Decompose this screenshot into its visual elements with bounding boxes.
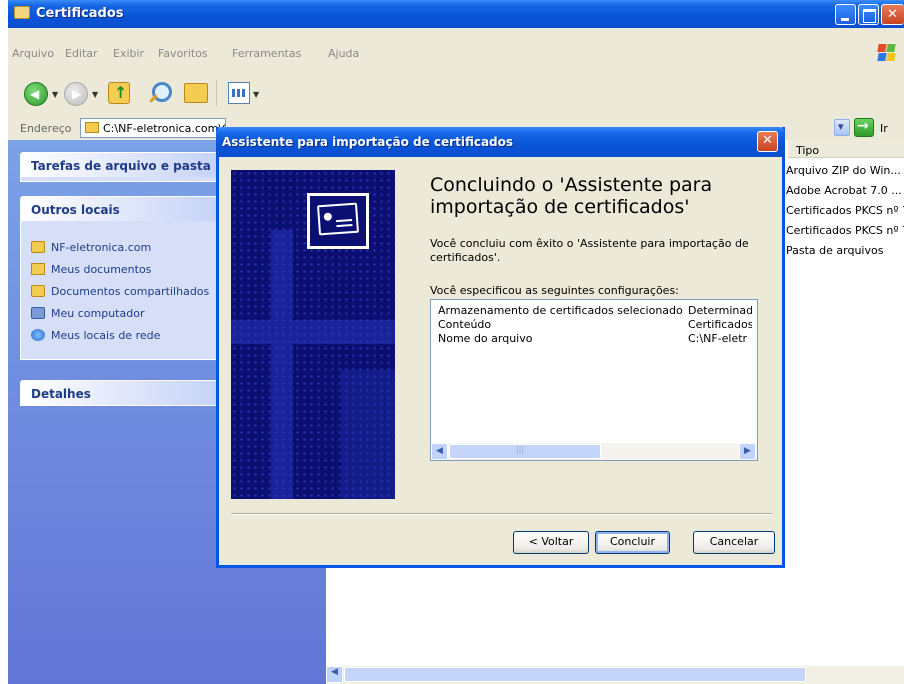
minimize-button[interactable] bbox=[835, 4, 856, 25]
file-type-cell[interactable]: Adobe Acrobat 7.0 ... bbox=[786, 184, 904, 197]
place-label: NF-eletronica.com bbox=[51, 241, 152, 254]
setting-value: Certificados bbox=[688, 318, 752, 331]
folder-icon bbox=[31, 241, 45, 253]
menu-arquivo[interactable]: Arquivo bbox=[12, 47, 54, 60]
certificate-icon bbox=[307, 193, 369, 249]
address-input[interactable]: C:\NF-eletronica.com\Certificados bbox=[80, 118, 226, 138]
place-label: Meu computador bbox=[51, 307, 145, 320]
scroll-right-icon[interactable]: ▶ bbox=[739, 443, 756, 460]
wizard-banner-image bbox=[231, 170, 395, 499]
tarefas-panel: Tarefas de arquivo e pasta bbox=[20, 152, 218, 182]
folder-icon bbox=[31, 285, 45, 297]
detalhes-panel: Detalhes bbox=[20, 380, 218, 406]
folder-icon bbox=[14, 6, 30, 19]
place-label: Documentos compartilhados bbox=[51, 285, 210, 298]
column-header-tipo[interactable]: Tipo bbox=[788, 140, 904, 158]
toolbar-separator bbox=[216, 80, 217, 106]
folder-up-icon[interactable] bbox=[108, 82, 130, 104]
place-label: Meus locais de rede bbox=[51, 329, 161, 342]
network-icon bbox=[31, 329, 45, 341]
scroll-left-icon[interactable]: ◀ bbox=[326, 666, 343, 683]
file-type-cell[interactable]: Pasta de arquivos bbox=[786, 244, 904, 257]
forward-arrow-icon[interactable] bbox=[64, 82, 88, 106]
computer-icon bbox=[31, 307, 45, 319]
setting-value: C:\NF-eletr bbox=[688, 332, 748, 345]
setting-key: Conteúdo bbox=[438, 318, 492, 331]
windows-logo-icon bbox=[877, 44, 896, 62]
menu-favoritos[interactable]: Favoritos bbox=[158, 47, 208, 60]
place-label: Meus documentos bbox=[51, 263, 152, 276]
menu-bar: Arquivo Editar Exibir Favoritos Ferramen… bbox=[8, 40, 904, 60]
tarefas-header[interactable]: Tarefas de arquivo e pasta bbox=[21, 153, 217, 177]
scroll-left-icon[interactable]: ◀ bbox=[431, 443, 448, 460]
setting-key: Armazenamento de certificados selecionad… bbox=[438, 304, 683, 317]
settings-list[interactable]: Armazenamento de certificados selecionad… bbox=[430, 299, 758, 461]
views-icon[interactable] bbox=[228, 82, 250, 104]
scrollbar-thumb[interactable] bbox=[344, 667, 806, 682]
window-title: Certificados bbox=[36, 6, 124, 21]
address-value: C:\NF-eletronica.com\Certificados bbox=[103, 122, 225, 135]
dialog-separator bbox=[231, 513, 772, 515]
go-label[interactable]: Ir bbox=[880, 122, 888, 135]
menu-ajuda[interactable]: Ajuda bbox=[328, 47, 359, 60]
outros-locais-panel: Outros locais NF-eletronica.com Meus doc… bbox=[20, 196, 218, 360]
documents-folder-icon bbox=[31, 263, 45, 275]
setting-value: Determinado bbox=[688, 304, 752, 317]
scrollbar-thumb[interactable] bbox=[449, 444, 601, 459]
search-icon[interactable] bbox=[146, 80, 172, 106]
back-arrow-icon[interactable] bbox=[24, 82, 48, 106]
maximize-button[interactable] bbox=[858, 4, 879, 25]
settings-horizontal-scrollbar[interactable]: ◀ ▶ bbox=[431, 443, 757, 460]
views-dropdown-icon[interactable]: ▼ bbox=[253, 90, 259, 99]
back-dropdown-icon[interactable]: ▼ bbox=[52, 90, 58, 99]
horizontal-scrollbar[interactable]: ◀ bbox=[326, 666, 904, 684]
detalhes-header[interactable]: Detalhes bbox=[21, 381, 217, 405]
forward-dropdown-icon[interactable]: ▼ bbox=[92, 90, 98, 99]
finish-button[interactable]: Concluir bbox=[595, 531, 670, 554]
file-type-cell[interactable]: Certificados PKCS nº 7 bbox=[786, 224, 904, 237]
setting-key: Nome do arquivo bbox=[438, 332, 533, 345]
toolbar: ▼ ▼ ▼ bbox=[8, 72, 904, 112]
dialog-title: Assistente para importação de certificad… bbox=[222, 135, 514, 149]
menu-editar[interactable]: Editar bbox=[65, 47, 98, 60]
dialog-titlebar[interactable]: Assistente para importação de certificad… bbox=[216, 127, 785, 157]
back-button[interactable]: < Voltar bbox=[513, 531, 589, 554]
window-titlebar[interactable]: Certificados bbox=[8, 0, 904, 28]
folder-icon bbox=[85, 122, 99, 133]
import-wizard-dialog: Assistente para importação de certificad… bbox=[216, 127, 785, 568]
go-arrow-icon[interactable] bbox=[854, 118, 874, 137]
close-button[interactable] bbox=[881, 4, 904, 25]
wizard-completion-text: Você concluiu com êxito o 'Assistente pa… bbox=[430, 237, 749, 264]
wizard-settings-label: Você especificou as seguintes configuraç… bbox=[430, 284, 679, 297]
menu-exibir[interactable]: Exibir bbox=[113, 47, 144, 60]
file-type-cell[interactable]: Arquivo ZIP do Win... bbox=[786, 164, 904, 177]
outros-locais-header[interactable]: Outros locais bbox=[21, 197, 217, 221]
file-type-cell[interactable]: Certificados PKCS nº 7 bbox=[786, 204, 904, 217]
address-label: Endereço bbox=[20, 122, 72, 135]
wizard-heading: Concluindo o 'Assistente para importação… bbox=[430, 174, 713, 218]
dialog-close-button[interactable] bbox=[757, 131, 778, 152]
address-dropdown-icon[interactable] bbox=[834, 119, 850, 136]
cancel-button[interactable]: Cancelar bbox=[693, 531, 775, 554]
folders-icon[interactable] bbox=[184, 83, 208, 103]
menu-ferramentas[interactable]: Ferramentas bbox=[232, 47, 301, 60]
